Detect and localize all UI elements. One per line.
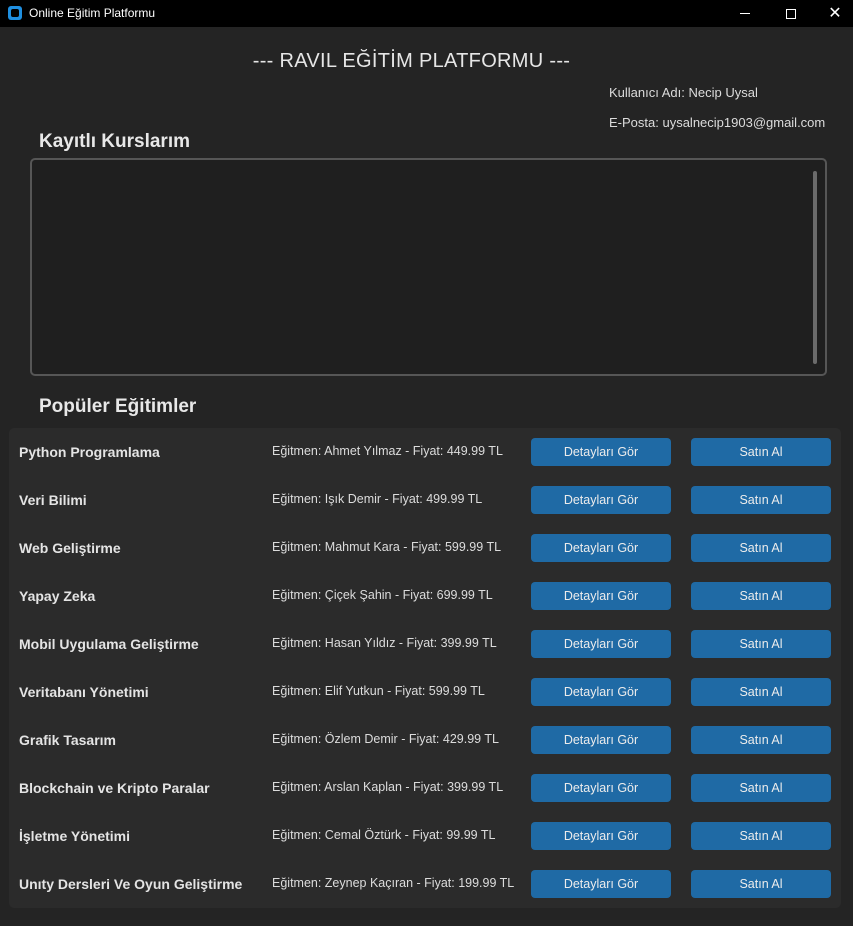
course-info: Eğitmen: Hasan Yıldız - Fiyat: 399.99 TL xyxy=(272,636,497,650)
course-info: Eğitmen: Arslan Kaplan - Fiyat: 399.99 T… xyxy=(272,780,504,794)
buy-button[interactable]: Satın Al xyxy=(691,678,831,706)
course-row: Mobil Uygulama Geliştirme Eğitmen: Hasan … xyxy=(9,620,841,668)
course-name: Grafik Tasarım xyxy=(19,732,117,748)
details-button[interactable]: Detayları Gör xyxy=(531,678,671,706)
course-name: Yapay Zeka xyxy=(19,588,96,604)
maximize-button[interactable] xyxy=(768,0,814,27)
details-button[interactable]: Detayları Gör xyxy=(531,534,671,562)
enrolled-courses-list[interactable] xyxy=(30,158,827,376)
course-name: Mobil Uygulama Geliştirme xyxy=(19,636,199,652)
course-name: Python Programlama xyxy=(19,444,160,460)
course-row: Web Geliştirme Eğitmen: Mahmut Kara - Fiy… xyxy=(9,524,841,572)
username-label: Kullanıcı Adı: Necip Uysal xyxy=(609,85,758,100)
course-row: Veri Bilimi Eğitmen: Işık Demir - Fiyat: … xyxy=(9,476,841,524)
email-label: E-Posta: uysalnecip1903@gmail.com xyxy=(609,115,826,130)
window-title: Online Eğitim Platformu xyxy=(29,6,156,20)
course-name: Veritabanı Yönetimi xyxy=(19,684,149,700)
buy-button[interactable]: Satın Al xyxy=(691,582,831,610)
close-icon: ✕ xyxy=(828,4,842,22)
details-button[interactable]: Detayları Gör xyxy=(531,870,671,898)
window-titlebar: Online Eğitim Platformu ✕ xyxy=(0,0,853,27)
course-name: Blockchain ve Kripto Paralar xyxy=(19,780,210,796)
maximize-icon xyxy=(786,8,796,19)
details-button[interactable]: Detayları Gör xyxy=(531,726,671,754)
details-button[interactable]: Detayları Gör xyxy=(531,438,671,466)
course-info: Eğitmen: Elif Yutkun - Fiyat: 599.99 TL xyxy=(272,684,485,698)
course-row: Yapay Zeka Eğitmen: Çiçek Şahin - Fiyat: … xyxy=(9,572,841,620)
popular-courses-title: Popüler Eğitimler xyxy=(39,396,197,417)
course-info: Eğitmen: Çiçek Şahin - Fiyat: 699.99 TL xyxy=(272,588,493,602)
enrolled-scrollbar[interactable] xyxy=(813,171,817,364)
details-button[interactable]: Detayları Gör xyxy=(531,582,671,610)
close-button[interactable]: ✕ xyxy=(812,0,853,27)
course-name: İşletme Yönetimi xyxy=(19,828,131,844)
buy-button[interactable]: Satın Al xyxy=(691,438,831,466)
app-icon xyxy=(8,6,22,20)
buy-button[interactable]: Satın Al xyxy=(691,774,831,802)
minimize-button[interactable] xyxy=(722,0,768,27)
buy-button[interactable]: Satın Al xyxy=(691,870,831,898)
course-row: Blockchain ve Kripto Paralar Eğitmen: Ars… xyxy=(9,764,841,812)
minimize-icon xyxy=(740,13,750,14)
course-row: İşletme Yönetimi Eğitmen: Cemal Öztürk - … xyxy=(9,812,841,860)
details-button[interactable]: Detayları Gör xyxy=(531,630,671,658)
buy-button[interactable]: Satın Al xyxy=(691,486,831,514)
details-button[interactable]: Detayları Gör xyxy=(531,774,671,802)
course-info: Eğitmen: Özlem Demir - Fiyat: 429.99 TL xyxy=(272,732,499,746)
course-name: Web Geliştirme xyxy=(19,540,121,556)
course-row: Unıty Dersleri Ve Oyun Geliştirme Eğitmen… xyxy=(9,860,841,908)
course-row: Grafik Tasarım Eğitmen: Özlem Demir - Fiy… xyxy=(9,716,841,764)
popular-courses-panel: Python Programlama Eğitmen: Ahmet Yılmaz … xyxy=(9,428,841,908)
course-info: Eğitmen: Cemal Öztürk - Fiyat: 99.99 TL xyxy=(272,828,496,842)
course-row: Veritabanı Yönetimi Eğitmen: Elif Yutkun … xyxy=(9,668,841,716)
buy-button[interactable]: Satın Al xyxy=(691,630,831,658)
details-button[interactable]: Detayları Gör xyxy=(531,486,671,514)
buy-button[interactable]: Satın Al xyxy=(691,822,831,850)
buy-button[interactable]: Satın Al xyxy=(691,534,831,562)
course-name: Veri Bilimi xyxy=(19,492,87,508)
details-button[interactable]: Detayları Gör xyxy=(531,822,671,850)
course-info: Eğitmen: Zeynep Kaçıran - Fiyat: 199.99 … xyxy=(272,876,515,890)
course-info: Eğitmen: Ahmet Yılmaz - Fiyat: 449.99 TL xyxy=(272,444,503,458)
course-row: Python Programlama Eğitmen: Ahmet Yılmaz … xyxy=(9,428,841,476)
course-info: Eğitmen: Işık Demir - Fiyat: 499.99 TL xyxy=(272,492,483,506)
page-title: --- RAVIL EĞİTİM PLATFORMU --- xyxy=(252,50,571,72)
course-info: Eğitmen: Mahmut Kara - Fiyat: 599.99 TL xyxy=(272,540,502,554)
enrolled-courses-title: Kayıtlı Kurslarım xyxy=(39,131,190,152)
buy-button[interactable]: Satın Al xyxy=(691,726,831,754)
course-name: Unıty Dersleri Ve Oyun Geliştirme xyxy=(19,876,243,892)
